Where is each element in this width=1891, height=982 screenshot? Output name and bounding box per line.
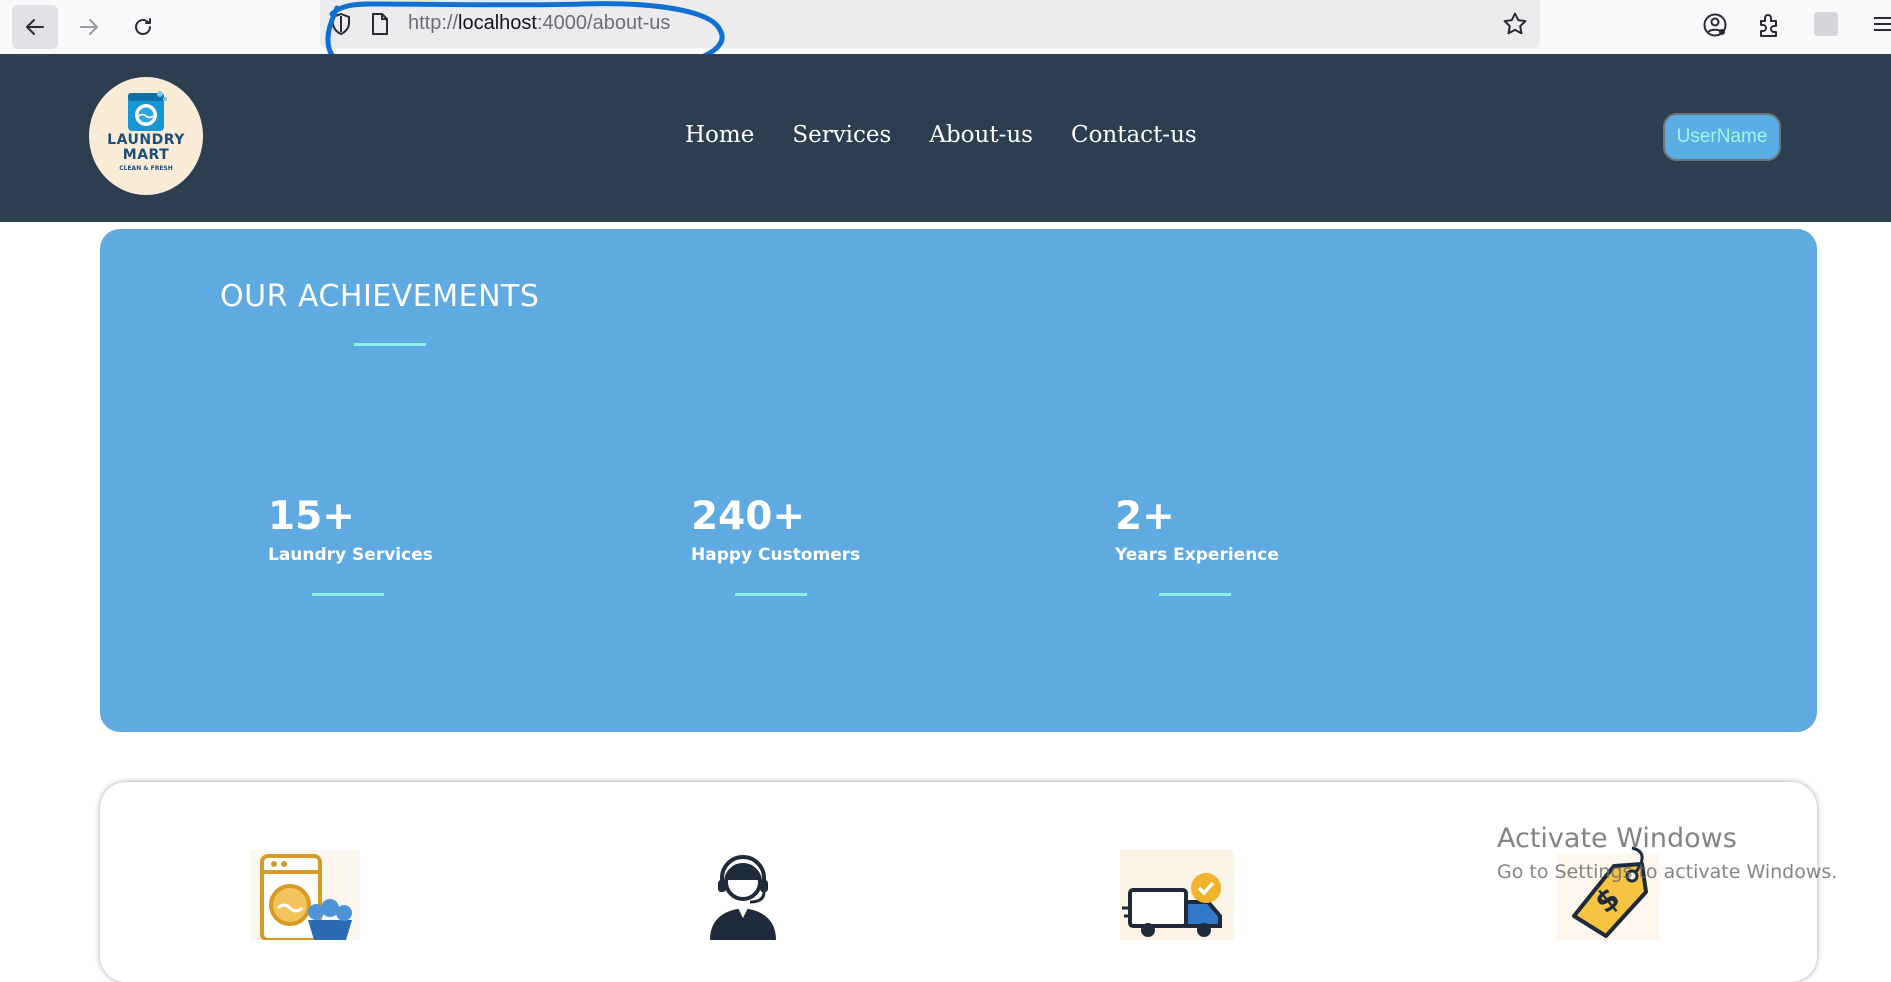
washing-machine-logo-icon bbox=[128, 91, 167, 131]
stat-value: 15+ bbox=[268, 494, 355, 539]
back-button[interactable] bbox=[12, 5, 58, 49]
nav-link-about-us[interactable]: About-us bbox=[929, 122, 1033, 148]
username-button[interactable]: UserName bbox=[1663, 113, 1781, 161]
logo-tagline: CLEAN & FRESH bbox=[119, 165, 173, 172]
account-icon[interactable] bbox=[1702, 12, 1728, 38]
site-header: LAUNDRY MART CLEAN & FRESH Home Services… bbox=[0, 54, 1891, 222]
address-bar[interactable]: http://localhost:4000/about-us bbox=[320, 0, 1540, 48]
url-text[interactable]: http://localhost:4000/about-us bbox=[408, 12, 670, 35]
browser-toolbar: http://localhost:4000/about-us bbox=[0, 0, 1891, 89]
logo-text-line1: LAUNDRY bbox=[107, 132, 185, 148]
features-section: $ bbox=[100, 782, 1817, 982]
extensions-icon[interactable] bbox=[1757, 12, 1781, 38]
stat-years-experience: 2+ Years Experience bbox=[1115, 494, 1315, 596]
stat-underline bbox=[312, 593, 384, 596]
stat-value: 240+ bbox=[691, 494, 806, 539]
stat-label: Years Experience bbox=[1115, 545, 1279, 565]
star-icon[interactable] bbox=[1502, 11, 1528, 37]
extension-icon[interactable] bbox=[1814, 12, 1838, 36]
stat-underline bbox=[735, 593, 807, 596]
shield-icon[interactable] bbox=[330, 12, 352, 36]
reload-button[interactable] bbox=[120, 5, 166, 49]
title-underline bbox=[354, 343, 426, 346]
delivery-truck-icon bbox=[1120, 850, 1234, 940]
stat-label: Happy Customers bbox=[691, 545, 861, 565]
price-tag-icon: $ bbox=[1556, 846, 1660, 940]
stat-underline bbox=[1159, 593, 1231, 596]
nav-link-home[interactable]: Home bbox=[685, 122, 754, 148]
back-arrow-icon bbox=[26, 19, 44, 35]
achievements-section: OUR ACHIEVEMENTS 15+ Laundry Services 24… bbox=[100, 229, 1817, 732]
achievements-title: OUR ACHIEVEMENTS bbox=[220, 279, 540, 314]
url-path: :4000/about-us bbox=[536, 12, 671, 34]
washing-machine-icon bbox=[250, 850, 360, 940]
stat-laundry-services: 15+ Laundry Services bbox=[268, 494, 468, 596]
nav-link-services[interactable]: Services bbox=[792, 122, 891, 148]
menu-icon[interactable] bbox=[1872, 12, 1891, 36]
stat-value: 2+ bbox=[1115, 494, 1175, 539]
customer-support-icon bbox=[710, 855, 776, 940]
url-host: localhost bbox=[458, 12, 537, 34]
page-icon[interactable] bbox=[370, 12, 390, 36]
stat-happy-customers: 240+ Happy Customers bbox=[691, 494, 891, 596]
reload-icon bbox=[135, 18, 151, 35]
stat-label: Laundry Services bbox=[268, 545, 433, 565]
url-prefix: http:// bbox=[408, 12, 459, 34]
brand-logo[interactable]: LAUNDRY MART CLEAN & FRESH bbox=[89, 77, 203, 195]
logo-text-line2: MART bbox=[122, 147, 170, 163]
forward-arrow-icon bbox=[80, 19, 98, 35]
main-nav: Home Services About-us Contact-us bbox=[685, 122, 1197, 148]
forward-button[interactable] bbox=[66, 5, 112, 49]
nav-link-contact-us[interactable]: Contact-us bbox=[1071, 122, 1197, 148]
